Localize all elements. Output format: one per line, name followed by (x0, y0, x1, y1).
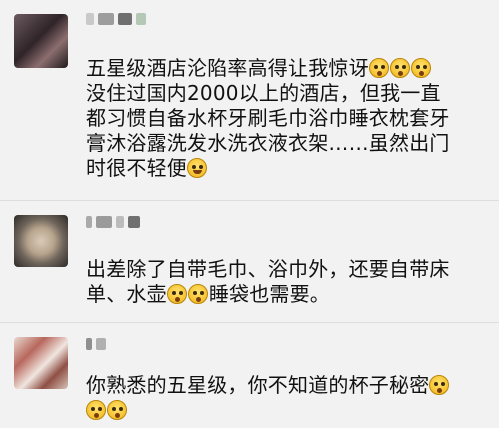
username-blurred[interactable] (86, 337, 106, 351)
comment-line: 没住过国内2000以上的酒店，但我一直 (86, 81, 441, 105)
comment-line: 膏沐浴露洗发水洗衣液衣架……虽然出门 (86, 131, 450, 155)
comment-feed: 五星级酒店沦陷率高得让我惊讶 没住过国内2000以上的酒店，但我一直 都习惯自备… (0, 0, 499, 428)
comment-line: 睡袋也需要。 (208, 282, 331, 306)
comment-item: 五星级酒店沦陷率高得让我惊讶 没住过国内2000以上的酒店，但我一直 都习惯自备… (0, 0, 499, 200)
comment-line: 单、水壶 (86, 282, 167, 306)
shocked-emoji-icon (410, 58, 431, 78)
comment-line: 都习惯自备水杯牙刷毛巾浴巾睡衣枕套牙 (86, 106, 450, 130)
avatar[interactable] (14, 337, 68, 389)
comment-item: 出差除了自带毛巾、浴巾外，还要自带床 单、水壶 睡袋也需要。 (0, 201, 499, 321)
shocked-emoji-icon (368, 58, 389, 78)
avatar[interactable] (14, 215, 68, 267)
comment-line: 出差除了自带毛巾、浴巾外，还要自带床 (86, 257, 450, 281)
shocked-emoji-icon (86, 400, 106, 420)
shocked-emoji-icon (187, 284, 208, 304)
comment-line: 时很不轻便 (86, 156, 187, 180)
username-blurred[interactable] (86, 12, 146, 26)
username-blurred[interactable] (86, 215, 140, 229)
comment-text: 出差除了自带毛巾、浴巾外，还要自带床 单、水壶 睡袋也需要。 (86, 257, 450, 307)
comment-text: 五星级酒店沦陷率高得让我惊讶 没住过国内2000以上的酒店，但我一直 都习惯自备… (86, 56, 450, 181)
comment-line: 你熟悉的五星级，你不知道的杯子秘密 (86, 373, 430, 397)
shocked-emoji-icon (389, 58, 410, 78)
shocked-emoji-icon (429, 375, 450, 395)
shocked-emoji-icon (166, 284, 187, 304)
shocked-emoji-icon (107, 400, 127, 420)
comment-item: 你熟悉的五星级，你不知道的杯子秘密 (0, 323, 499, 428)
laughing-crying-emoji-icon (187, 158, 207, 178)
comment-line: 五星级酒店沦陷率高得让我惊讶 (86, 56, 369, 80)
avatar[interactable] (14, 14, 68, 68)
comment-text: 你熟悉的五星级，你不知道的杯子秘密 (86, 373, 450, 423)
